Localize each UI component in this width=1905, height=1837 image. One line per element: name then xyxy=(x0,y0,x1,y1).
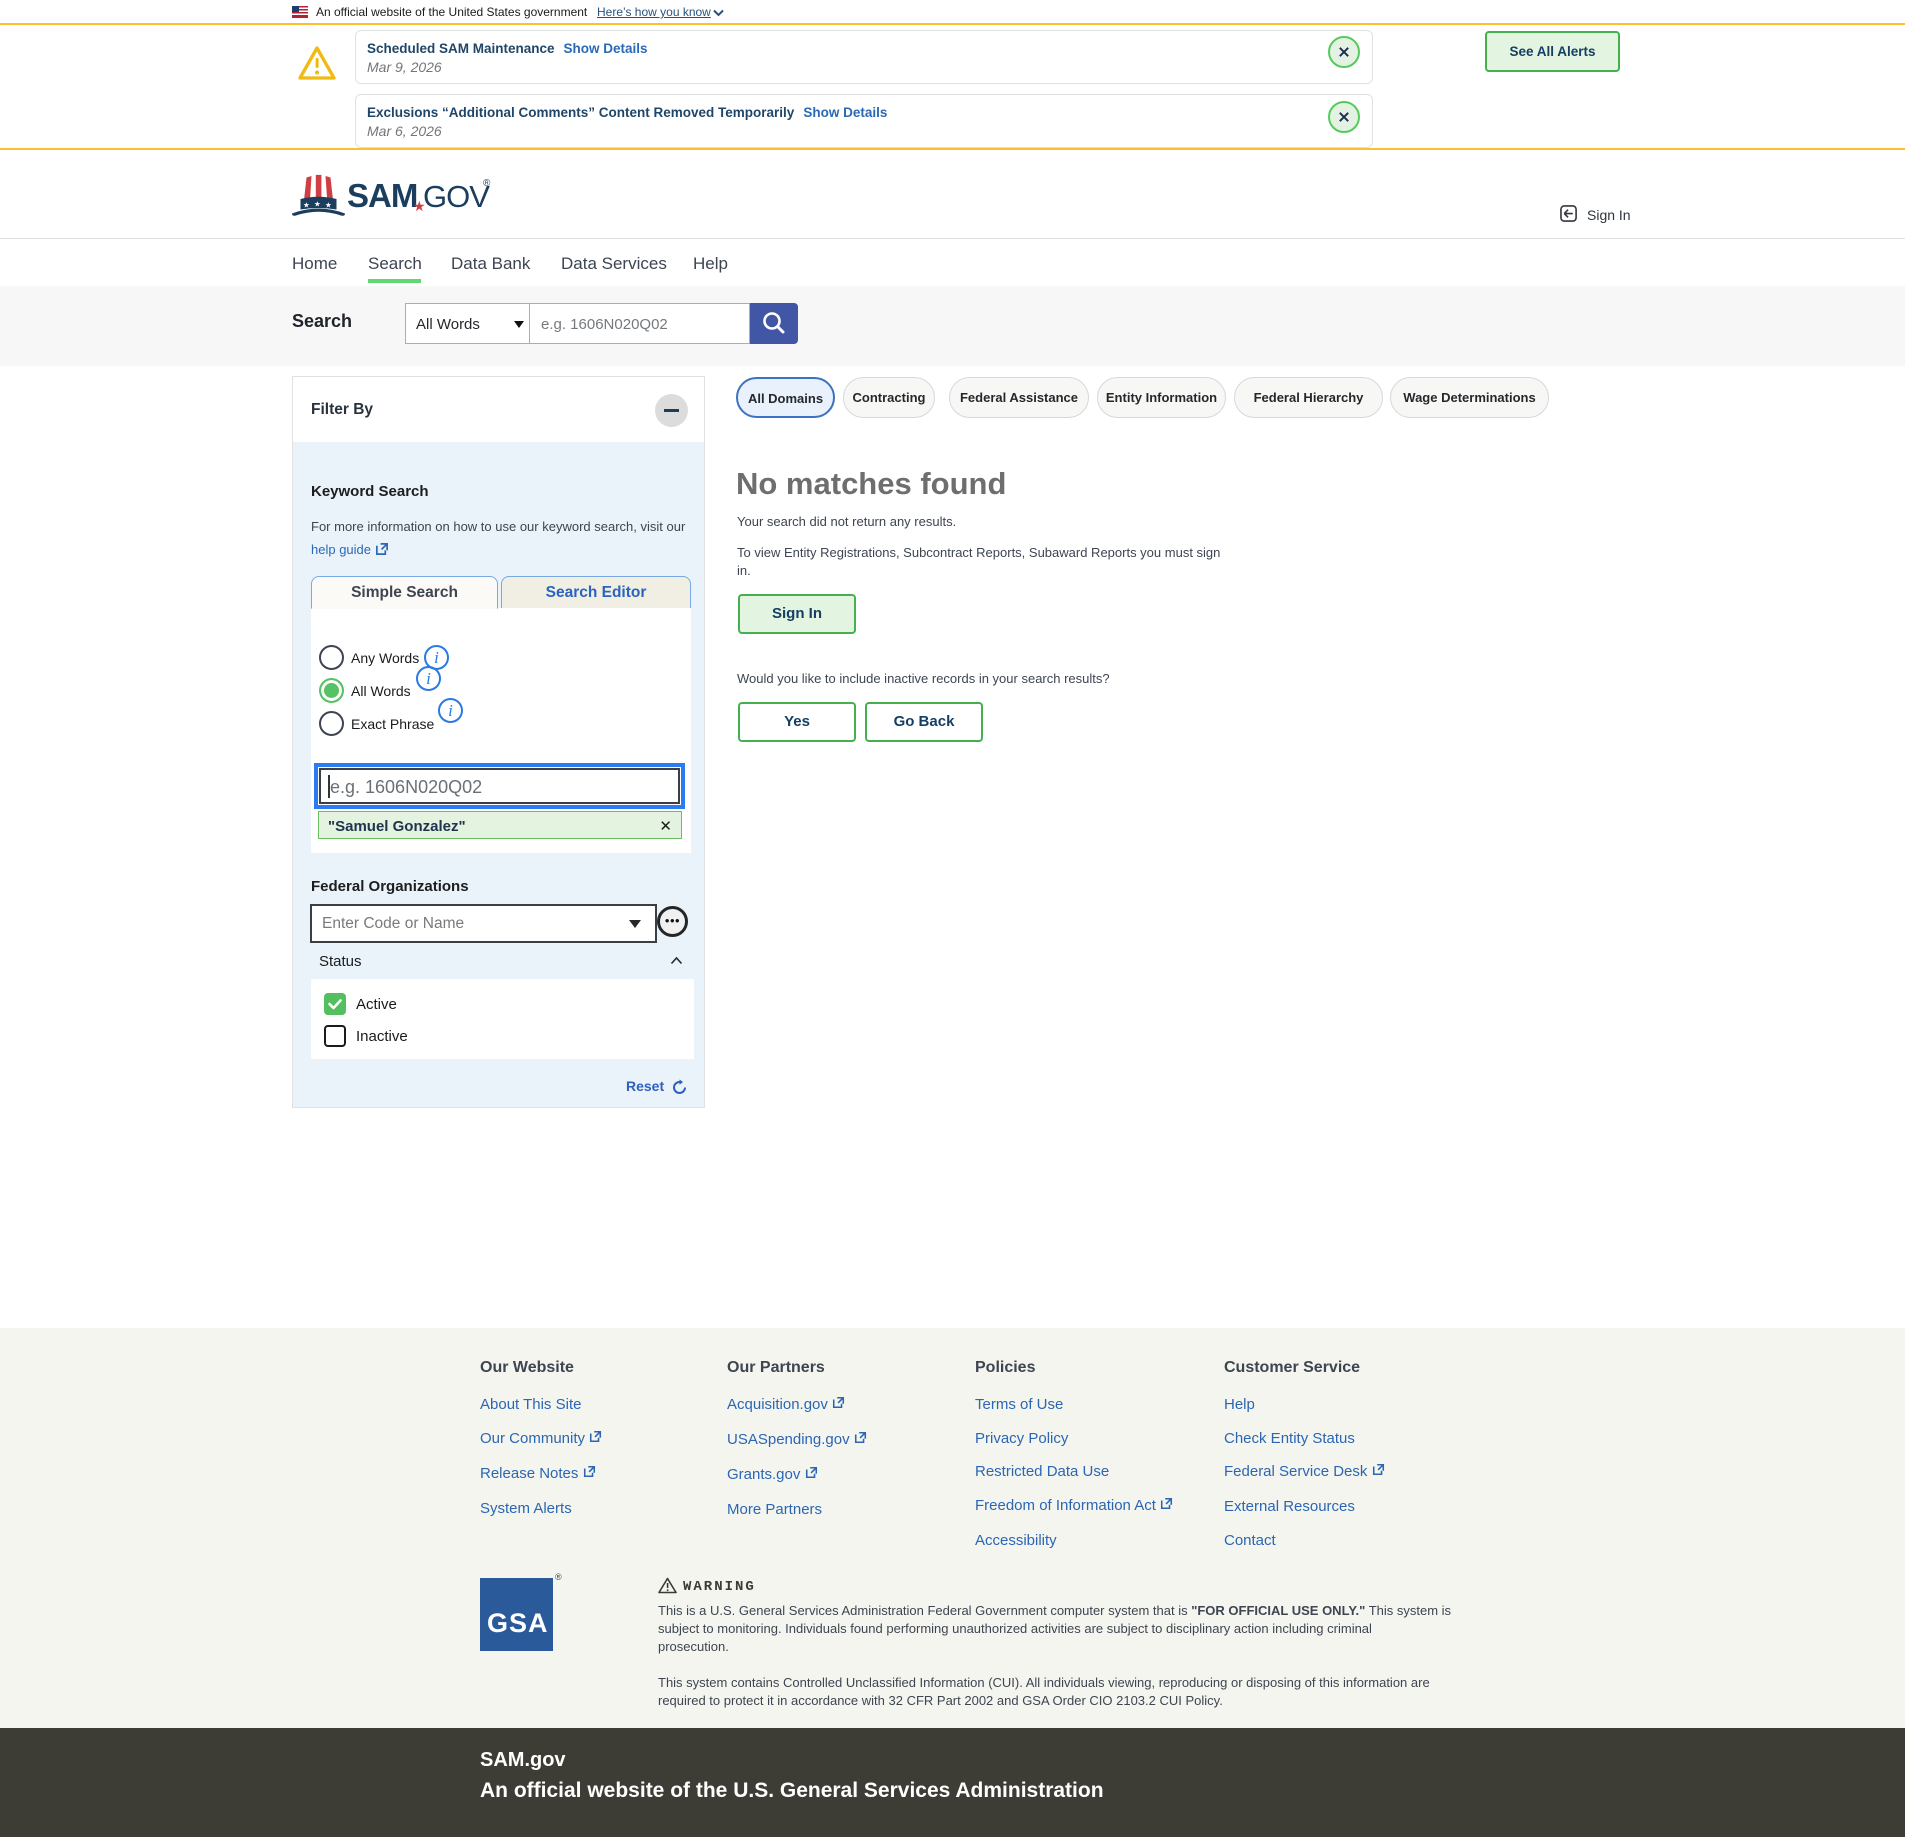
svg-text:★: ★ xyxy=(314,200,321,209)
svg-text:GOV: GOV xyxy=(423,179,490,214)
svg-text:★: ★ xyxy=(325,201,332,210)
svg-text:SAM: SAM xyxy=(347,177,417,214)
svg-text:★: ★ xyxy=(303,201,310,210)
svg-text:®: ® xyxy=(483,178,491,189)
